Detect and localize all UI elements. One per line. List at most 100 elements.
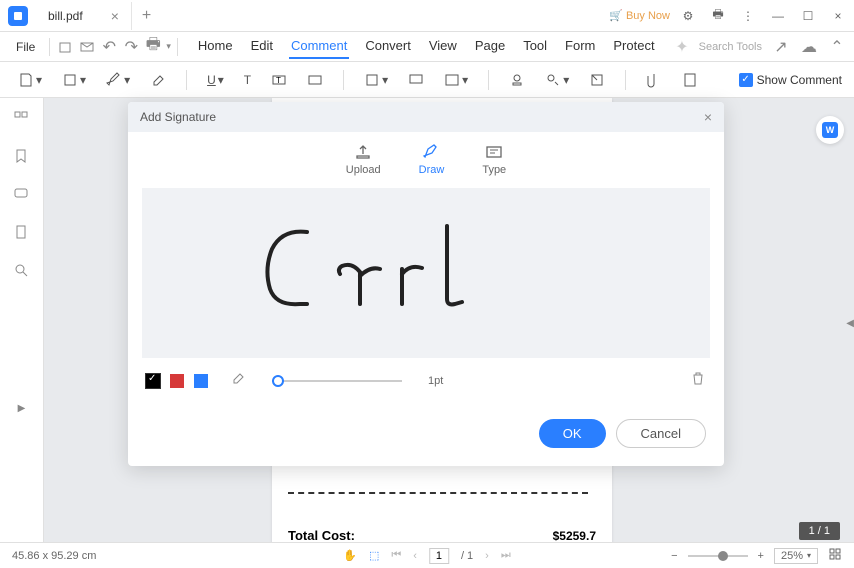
attachment-tool[interactable]: [640, 68, 668, 92]
separator: [177, 38, 178, 56]
zoom-thumb[interactable]: [718, 551, 728, 561]
tab-edit[interactable]: Edit: [249, 34, 275, 59]
search-tools-input[interactable]: Search Tools: [699, 41, 762, 53]
file-menu[interactable]: File: [8, 36, 43, 58]
thumbnails-icon[interactable]: [13, 110, 31, 128]
external-link-icon[interactable]: ↗: [772, 38, 790, 56]
text-tool[interactable]: T: [238, 69, 257, 91]
upload-icon: [353, 144, 373, 160]
signature-drawing: [252, 214, 472, 324]
tab-page[interactable]: Page: [473, 34, 507, 59]
tab-home[interactable]: Home: [196, 34, 235, 59]
zoom-controls: − + 25% ▾: [671, 547, 842, 564]
last-page-icon[interactable]: ⏭: [501, 549, 511, 562]
pencil-tool[interactable]: ▾: [100, 68, 136, 92]
zoom-select[interactable]: 25% ▾: [774, 548, 818, 564]
next-page-icon[interactable]: ›: [485, 550, 489, 562]
maximize-icon[interactable]: ☐: [796, 4, 820, 28]
clipboard-tool[interactable]: [676, 68, 704, 92]
callout-tool[interactable]: [301, 68, 329, 92]
modal-title: Add Signature: [140, 110, 216, 124]
search-panel-icon[interactable]: [13, 262, 31, 280]
bookmark-icon[interactable]: [13, 148, 31, 166]
first-page-icon[interactable]: ⏮: [391, 549, 401, 562]
attachment-panel-icon[interactable]: [13, 224, 31, 242]
color-black[interactable]: [146, 374, 160, 388]
tab-comment[interactable]: Comment: [289, 34, 349, 59]
underline-tool[interactable]: U▾: [201, 69, 230, 91]
print-icon[interactable]: 🖶: [706, 4, 730, 28]
prev-page-icon[interactable]: ‹: [413, 550, 417, 562]
document-tab[interactable]: bill.pdf ×: [36, 2, 132, 30]
left-sidebar: ▶: [0, 98, 44, 554]
zoom-slider[interactable]: [688, 555, 748, 557]
tab-tool[interactable]: Tool: [521, 34, 549, 59]
undo-icon[interactable]: ↶: [100, 38, 118, 56]
modal-footer: OK Cancel: [128, 403, 724, 466]
expand-right-sidebar-icon[interactable]: ◀: [846, 318, 854, 329]
select-tool-icon[interactable]: ⬚: [369, 549, 379, 562]
textbox-tool[interactable]: T: [265, 68, 293, 92]
menu-tabs: Home Edit Comment Convert View Page Tool…: [196, 34, 657, 59]
stroke-width-slider[interactable]: [272, 380, 402, 382]
print-menu-icon[interactable]: 🖶: [144, 38, 162, 56]
comment-box-tool[interactable]: [402, 68, 430, 92]
comment-panel-icon[interactable]: [13, 186, 31, 204]
cart-icon: 🛒: [609, 9, 623, 22]
word-icon: W: [822, 122, 838, 138]
cloud-icon[interactable]: ☁: [800, 38, 818, 56]
mail-icon[interactable]: [78, 38, 96, 56]
page-number-input[interactable]: [429, 548, 449, 564]
minimize-icon[interactable]: —: [766, 4, 790, 28]
close-window-icon[interactable]: ×: [826, 4, 850, 28]
hand-tool-icon[interactable]: ✋: [343, 549, 357, 562]
modal-header: Add Signature ×: [128, 102, 724, 132]
close-modal-icon[interactable]: ×: [704, 109, 712, 125]
fit-view-icon[interactable]: [828, 547, 842, 564]
svg-text:T: T: [276, 76, 281, 85]
clear-signature-icon[interactable]: [690, 370, 706, 391]
sign-tool[interactable]: [583, 68, 611, 92]
add-signature-modal: Add Signature × Upload Draw Type: [128, 102, 724, 466]
open-icon[interactable]: [56, 38, 74, 56]
tab-convert[interactable]: Convert: [363, 34, 413, 59]
upload-tab[interactable]: Upload: [346, 144, 381, 176]
slider-thumb[interactable]: [272, 375, 284, 387]
shape-tool[interactable]: ▾: [358, 68, 394, 92]
close-tab-icon[interactable]: ×: [111, 8, 119, 24]
tab-view[interactable]: View: [427, 34, 459, 59]
comment-toolbar: ▾ ▾ ▾ U▾ T T ▾ ▾ ▾ ✓ Show Comment: [0, 62, 854, 98]
tab-protect[interactable]: Protect: [611, 34, 656, 59]
color-red[interactable]: [170, 374, 184, 388]
buy-now-link[interactable]: 🛒 Buy Now: [609, 9, 670, 22]
page-navigation: ✋ ⬚ ⏮ ‹ / 1 › ⏭: [343, 548, 511, 564]
eraser-tool[interactable]: [144, 68, 172, 92]
signature-canvas[interactable]: [142, 188, 710, 358]
expand-sidebar-icon[interactable]: ▶: [18, 403, 26, 414]
add-tab-icon[interactable]: +: [142, 7, 151, 25]
slider-track: [272, 380, 402, 382]
area-tool[interactable]: ▾: [438, 68, 474, 92]
total-cost-label: Total Cost:: [288, 528, 355, 543]
zoom-in-icon[interactable]: +: [758, 550, 764, 562]
wand-icon[interactable]: ✦: [675, 37, 688, 57]
type-tab[interactable]: Type: [482, 144, 506, 176]
draw-tab[interactable]: Draw: [419, 144, 445, 176]
highlight-tool[interactable]: ▾: [56, 68, 92, 92]
zoom-out-icon[interactable]: −: [671, 550, 677, 562]
color-blue[interactable]: [194, 374, 208, 388]
redo-icon[interactable]: ↷: [122, 38, 140, 56]
eraser-icon[interactable]: [230, 370, 246, 391]
more-icon[interactable]: ⋮: [736, 4, 760, 28]
ok-button[interactable]: OK: [539, 419, 606, 448]
stamp-tool[interactable]: [503, 68, 531, 92]
cancel-button[interactable]: Cancel: [616, 419, 706, 448]
collapse-icon[interactable]: ⌃: [828, 38, 846, 56]
show-comment-toggle[interactable]: ✓ Show Comment: [739, 73, 842, 87]
signature-tool[interactable]: ▾: [539, 68, 575, 92]
gift-icon[interactable]: ⚙: [676, 4, 700, 28]
tab-form[interactable]: Form: [563, 34, 597, 59]
note-tool[interactable]: ▾: [12, 68, 48, 92]
draw-controls: 1pt: [128, 358, 724, 403]
word-export-badge[interactable]: W: [816, 116, 844, 144]
